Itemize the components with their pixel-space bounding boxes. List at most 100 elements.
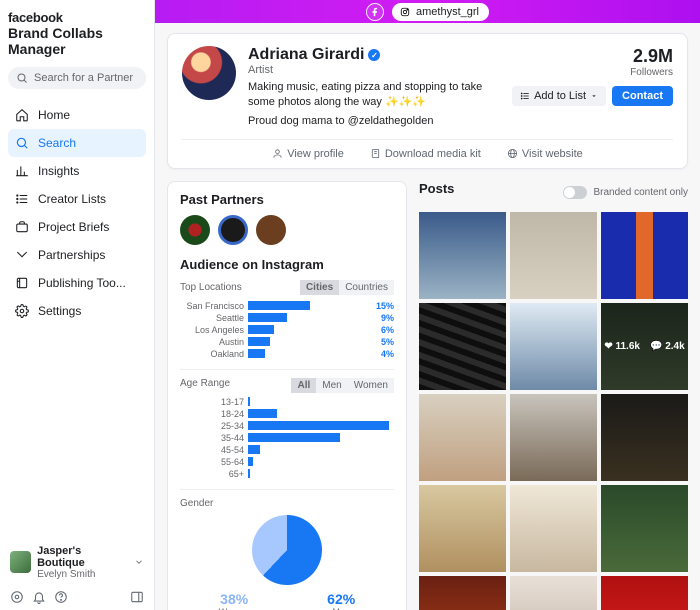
insights-icon xyxy=(14,163,30,179)
gender-header: Gender xyxy=(180,498,213,509)
comment-icon: 💬 2.4k xyxy=(650,341,685,352)
list-icon xyxy=(14,191,30,207)
post-thumbnail[interactable] xyxy=(419,485,506,572)
creator-role: Artist xyxy=(248,64,500,76)
branded-content-toggle[interactable] xyxy=(563,186,587,199)
partner-logo[interactable] xyxy=(180,215,210,245)
men-pct: 62% xyxy=(327,591,355,607)
post-thumbnail[interactable] xyxy=(510,485,597,572)
post-thumbnail[interactable]: ❤ 11.6k 💬 2.4k xyxy=(601,303,688,390)
nav-home[interactable]: Home xyxy=(8,101,146,129)
nav-creator-lists[interactable]: Creator Lists xyxy=(8,185,146,213)
partner-logo[interactable] xyxy=(256,215,286,245)
tab-age-all[interactable]: All xyxy=(291,378,316,393)
instagram-handle-pill[interactable]: amethyst_grl xyxy=(392,3,489,21)
nav-label: Settings xyxy=(38,304,81,318)
creator-name: Adriana Girardi xyxy=(248,46,364,64)
nav-label: Insights xyxy=(38,164,79,178)
post-thumbnail[interactable] xyxy=(419,576,506,610)
instagram-handle: amethyst_grl xyxy=(416,6,479,18)
contact-button[interactable]: Contact xyxy=(612,86,673,106)
help-icon[interactable] xyxy=(54,590,68,604)
notifications-bell-icon[interactable] xyxy=(32,590,46,604)
add-to-list-button[interactable]: Add to List xyxy=(512,86,606,106)
post-thumbnail[interactable] xyxy=(601,485,688,572)
branded-content-label: Branded content only xyxy=(593,187,688,198)
nav-partnerships[interactable]: Partnerships xyxy=(8,241,146,269)
search-placeholder: Search for a Partner xyxy=(34,72,133,84)
tab-age-men[interactable]: Men xyxy=(316,378,347,393)
followers-count: 2.9M xyxy=(512,46,673,67)
heart-icon: ❤ 11.6k xyxy=(604,341,640,352)
download-media-kit-link[interactable]: Download media kit xyxy=(370,148,481,160)
post-thumbnail[interactable] xyxy=(419,212,506,299)
nav-label: Project Briefs xyxy=(38,220,109,234)
gender-pie-chart xyxy=(252,515,322,585)
creator-bio-1: Making music, eating pizza and stopping … xyxy=(248,80,500,110)
nav-publishing-tools[interactable]: Publishing Too... xyxy=(8,269,146,297)
creator-bio-2: Proud dog mama to @zeldathegolden xyxy=(248,114,500,129)
facebook-wordmark: facebook xyxy=(8,10,146,25)
main-nav: Home Search Insights Creator Lists Proje… xyxy=(8,101,146,325)
nav-label: Publishing Too... xyxy=(38,276,126,290)
past-partners-title: Past Partners xyxy=(180,192,394,207)
posts-title: Posts xyxy=(419,181,454,196)
nav-label: Home xyxy=(38,108,70,122)
tab-countries[interactable]: Countries xyxy=(339,280,394,295)
account-switcher[interactable]: Jasper's Boutique Evelyn Smith xyxy=(8,541,146,584)
post-thumbnail[interactable] xyxy=(419,394,506,481)
nav-search[interactable]: Search xyxy=(8,129,146,157)
home-icon xyxy=(14,107,30,123)
followers-label: Followers xyxy=(512,67,673,78)
search-icon xyxy=(14,135,30,151)
posts-panel: Posts Branded content only ❤ 11.6k xyxy=(419,181,688,610)
search-icon xyxy=(16,72,28,84)
view-profile-link[interactable]: View profile xyxy=(272,148,344,160)
platform-topbar: amethyst_grl xyxy=(155,0,700,23)
collapse-sidebar-icon[interactable] xyxy=(130,590,144,604)
age-range-header: Age Range xyxy=(180,378,230,393)
post-thumbnail[interactable] xyxy=(510,394,597,481)
location-scope-tabs: Cities Countries xyxy=(300,280,394,295)
chevron-down-icon xyxy=(134,557,144,567)
creator-header-card: Adriana Girardi ✓ Artist Making music, e… xyxy=(167,33,688,169)
women-pct: 38% xyxy=(219,591,250,607)
app-title: Brand Collabs Manager xyxy=(8,25,146,57)
partner-logo[interactable] xyxy=(218,215,248,245)
nav-label: Partnerships xyxy=(38,248,105,262)
post-thumbnail[interactable] xyxy=(419,303,506,390)
top-locations-chart: San Francisco15%Seattle9%Los Angeles6%Au… xyxy=(180,301,394,359)
post-thumbnail[interactable] xyxy=(601,394,688,481)
post-thumbnail[interactable] xyxy=(601,576,688,610)
gear-icon xyxy=(14,303,30,319)
post-hover-stats: ❤ 11.6k 💬 2.4k xyxy=(601,303,688,390)
verified-badge-icon: ✓ xyxy=(368,49,380,61)
shop-avatar xyxy=(10,551,31,573)
nav-label: Creator Lists xyxy=(38,192,106,206)
visit-website-link[interactable]: Visit website xyxy=(507,148,583,160)
main: amethyst_grl Adriana Girardi ✓ Artist Ma… xyxy=(155,0,700,610)
post-thumbnail[interactable] xyxy=(510,303,597,390)
instagram-icon xyxy=(398,5,412,19)
tab-age-women[interactable]: Women xyxy=(348,378,394,393)
nav-project-briefs[interactable]: Project Briefs xyxy=(8,213,146,241)
publish-icon xyxy=(14,275,30,291)
tab-cities[interactable]: Cities xyxy=(300,280,339,295)
creator-avatar xyxy=(182,46,236,100)
top-locations-header: Top Locations xyxy=(180,282,242,293)
age-scope-tabs: All Men Women xyxy=(291,378,394,393)
posts-grid: ❤ 11.6k 💬 2.4k xyxy=(419,212,688,610)
partner-search[interactable]: Search for a Partner xyxy=(8,67,146,89)
nav-label: Search xyxy=(38,136,76,150)
facebook-platform-icon[interactable] xyxy=(366,3,384,21)
nav-insights[interactable]: Insights xyxy=(8,157,146,185)
audience-panel: Past Partners Audience on Instagram Top … xyxy=(167,181,407,610)
user-name: Evelyn Smith xyxy=(37,569,128,580)
audience-title: Audience on Instagram xyxy=(180,257,394,272)
handshake-icon xyxy=(14,247,30,263)
nav-settings[interactable]: Settings xyxy=(8,297,146,325)
post-thumbnail[interactable] xyxy=(510,576,597,610)
post-thumbnail[interactable] xyxy=(510,212,597,299)
post-thumbnail[interactable] xyxy=(601,212,688,299)
settings-gear-icon[interactable] xyxy=(10,590,24,604)
